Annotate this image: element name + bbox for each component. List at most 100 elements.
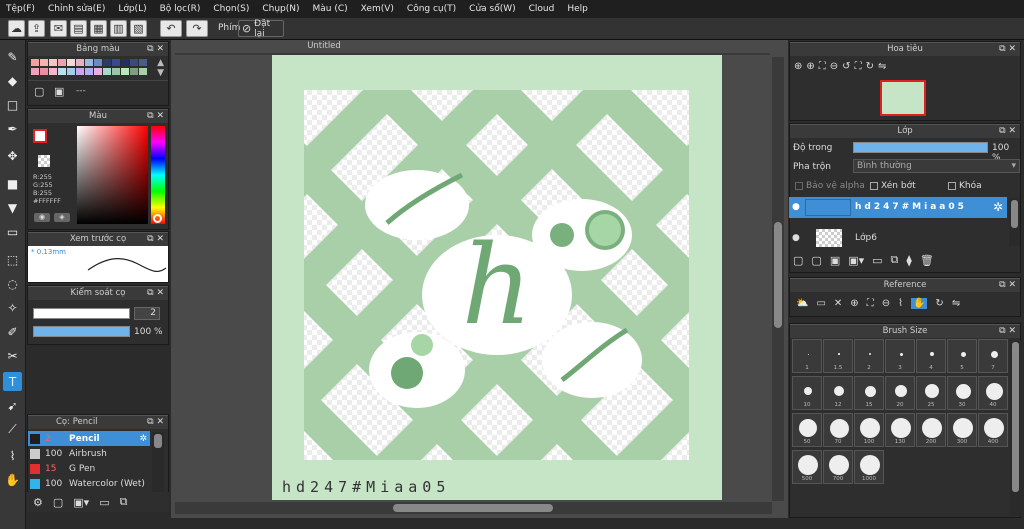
brush-size-option[interactable]: 10: [792, 376, 822, 410]
export-icon[interactable]: ⇪: [28, 20, 45, 37]
swatch[interactable]: [94, 68, 102, 75]
hand-tool-icon[interactable]: ✋: [3, 470, 22, 489]
select-pen-icon[interactable]: ✐: [3, 322, 22, 341]
close-icon[interactable]: ⧉ ✕: [999, 325, 1016, 338]
rotate-right-icon[interactable]: ↻: [866, 61, 874, 72]
eraser-tool-icon[interactable]: ◆: [3, 71, 22, 90]
color-swap-icon[interactable]: ◈: [54, 213, 70, 222]
brush-item-pencil[interactable]: 2 Pencil ✲: [28, 431, 150, 446]
brush-size-option[interactable]: 4: [916, 339, 946, 373]
brush-size-option[interactable]: 50: [792, 413, 822, 447]
zoom-out-icon[interactable]: ⊖: [882, 298, 890, 309]
brush-size-option[interactable]: 5: [947, 339, 977, 373]
menu-color[interactable]: Màu (C): [313, 4, 348, 14]
new-palette-icon[interactable]: ▢: [34, 85, 44, 98]
brush-size-slider[interactable]: [33, 308, 130, 319]
swatch[interactable]: [112, 59, 120, 66]
comment-icon[interactable]: ▤: [70, 20, 87, 37]
folder-icon[interactable]: ▭: [99, 496, 109, 509]
cloud-upload-icon[interactable]: ⛅: [796, 298, 808, 309]
swatch[interactable]: [85, 59, 93, 66]
new-layer-icon[interactable]: ▢: [793, 254, 803, 267]
brush-size-option[interactable]: 200: [916, 413, 946, 447]
pen-tool-icon[interactable]: ✒: [3, 119, 22, 138]
brush-size-option[interactable]: 3: [885, 339, 915, 373]
swatch[interactable]: [49, 68, 57, 75]
new-layer3-icon[interactable]: ▣: [830, 254, 840, 267]
undo-icon[interactable]: ↶: [160, 20, 182, 37]
copy-icon[interactable]: ⧉: [120, 495, 128, 509]
brush-size-option[interactable]: 100: [854, 413, 884, 447]
swatch[interactable]: [58, 68, 66, 75]
menu-capture[interactable]: Chụp(N): [262, 4, 299, 14]
swatch[interactable]: [121, 68, 129, 75]
brush-size-option[interactable]: 700: [823, 450, 853, 484]
brush-size-option[interactable]: 400: [978, 413, 1008, 447]
close-icon[interactable]: ⧉ ✕: [147, 43, 164, 56]
fit-window-icon[interactable]: ⛶: [855, 61, 862, 72]
storyboard-icon[interactable]: ▧: [130, 20, 147, 37]
bucket-tool-icon[interactable]: ▼: [3, 198, 22, 217]
reset-button[interactable]: ⊘ Đặt lại: [238, 19, 284, 39]
brush-settings-icon[interactable]: ⚙: [33, 496, 43, 509]
hue-handle[interactable]: [153, 214, 162, 223]
swatch[interactable]: [40, 59, 48, 66]
rotate-left-icon[interactable]: ↺: [842, 61, 850, 72]
swatch[interactable]: [85, 68, 93, 75]
divide-tool-icon[interactable]: ⟋: [3, 420, 22, 439]
brush-list-scrollbar[interactable]: [152, 432, 164, 492]
swatch[interactable]: [67, 59, 75, 66]
close-icon[interactable]: ⧉ ✕: [999, 279, 1016, 292]
swatch[interactable]: [58, 59, 66, 66]
drawing-canvas[interactable]: h hd247#Miaa05: [272, 55, 722, 500]
visibility-icon[interactable]: ●: [792, 233, 800, 243]
swatch[interactable]: [130, 68, 138, 75]
redo-icon[interactable]: ↷: [186, 20, 208, 37]
blend-select[interactable]: Bình thường ▾: [853, 159, 1020, 173]
brush-size-option[interactable]: 500: [792, 450, 822, 484]
zoom-in-icon[interactable]: ⊕: [794, 61, 802, 72]
merge-icon[interactable]: ⧫: [906, 254, 911, 267]
menu-view[interactable]: Xem(V): [361, 4, 394, 14]
palette-more[interactable]: ---: [76, 86, 86, 96]
brush-size-option[interactable]: 40: [978, 376, 1008, 410]
menu-layer[interactable]: Lớp(L): [118, 4, 146, 14]
brush-size-option[interactable]: 15: [854, 376, 884, 410]
palette-scroll-down-icon[interactable]: ▼: [157, 68, 164, 78]
brush-size-option[interactable]: 7: [978, 339, 1008, 373]
brush-size-value[interactable]: 2: [134, 307, 160, 320]
eyedropper-icon[interactable]: ⌇: [898, 298, 903, 309]
operation-tool-icon[interactable]: ➹: [3, 396, 22, 415]
swatch[interactable]: [130, 59, 138, 66]
menu-cloud[interactable]: Cloud: [529, 4, 555, 14]
new-layer2-icon[interactable]: ▢: [811, 254, 821, 267]
lock-checkbox[interactable]: Khóa: [948, 181, 982, 191]
menu-filter[interactable]: Bộ lọc(R): [160, 4, 201, 14]
select-eraser-icon[interactable]: ✂: [3, 346, 22, 365]
color-mode-icon[interactable]: ◉: [34, 213, 50, 222]
brush-size-option[interactable]: 20: [885, 376, 915, 410]
protect-alpha-checkbox[interactable]: Bảo vệ alpha: [795, 181, 865, 191]
palette-scroll-up-icon[interactable]: ▲: [157, 58, 164, 68]
brush-item-gpen[interactable]: 15 G Pen: [28, 461, 150, 476]
grid-icon[interactable]: ▦: [90, 20, 107, 37]
brush-size-option[interactable]: 70: [823, 413, 853, 447]
layer-scrollbar[interactable]: [1009, 198, 1020, 246]
brush-opacity-slider[interactable]: [33, 326, 130, 337]
flip-icon[interactable]: ⇋: [952, 298, 960, 309]
brush-size-option[interactable]: 1: [792, 339, 822, 373]
close-icon[interactable]: ⧉ ✕: [999, 43, 1016, 56]
layer-row[interactable]: ● hd247#Miaa05 ✲: [789, 197, 1007, 218]
brush-add-icon[interactable]: ▣▾: [73, 496, 89, 509]
hand-icon[interactable]: ✋: [910, 297, 928, 309]
swatch[interactable]: [121, 59, 129, 66]
visibility-icon[interactable]: ●: [792, 202, 800, 212]
layer-opacity-slider[interactable]: [853, 142, 988, 153]
swatch[interactable]: [103, 59, 111, 66]
swatch[interactable]: [31, 68, 39, 75]
brush-size-option[interactable]: 2: [854, 339, 884, 373]
close-icon[interactable]: ⧉ ✕: [999, 125, 1016, 138]
horizontal-scrollbar[interactable]: [175, 502, 772, 514]
navigator-thumbnail[interactable]: [880, 80, 926, 116]
delete-layer-icon[interactable]: 🗑: [920, 254, 934, 267]
